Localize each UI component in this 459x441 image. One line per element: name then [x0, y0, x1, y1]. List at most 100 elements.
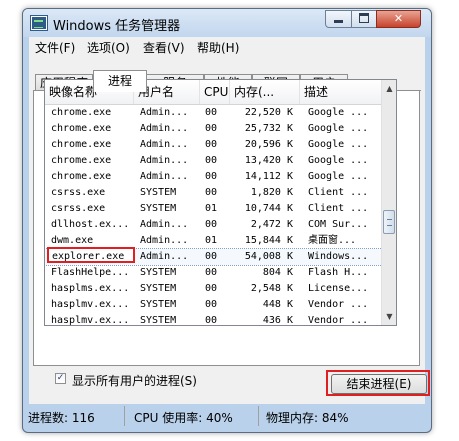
process-name: csrss.exe: [51, 187, 106, 198]
process-memory: 10,744 K: [244, 203, 293, 214]
process-memory: 1,820 K: [250, 187, 293, 198]
process-description: Google ...: [308, 123, 369, 134]
process-row[interactable]: chrome.exe Admin... 00 25,732 K Google ...: [45, 121, 382, 137]
process-row[interactable]: chrome.exe Admin... 00 22,520 K Google ...: [45, 105, 382, 121]
process-row[interactable]: hasplmv.ex... SYSTEM 00 436 K Vendor ...: [45, 313, 382, 326]
menu-options[interactable]: 选项(O): [87, 39, 130, 56]
process-name: chrome.exe: [51, 107, 112, 118]
process-name: FlashHelpe...: [51, 267, 130, 278]
process-description: Vendor ...: [308, 299, 369, 310]
process-memory: 2,548 K: [250, 283, 293, 294]
process-memory: 20,596 K: [244, 139, 293, 150]
menu-file[interactable]: 文件(F): [35, 39, 75, 56]
process-row[interactable]: FlashHelpe... SYSTEM 00 804 K Flash H...: [45, 265, 382, 281]
process-row[interactable]: hasplmv.ex... SYSTEM 00 448 K Vendor ...: [45, 297, 382, 313]
process-user: SYSTEM: [140, 283, 177, 294]
maximize-icon: [359, 13, 369, 23]
minimize-button[interactable]: [325, 10, 352, 28]
menu-help[interactable]: 帮助(H): [197, 39, 239, 56]
process-name: chrome.exe: [51, 155, 112, 166]
vertical-scrollbar[interactable]: ▲ ▼: [381, 80, 396, 325]
process-user: Admin...: [140, 107, 189, 118]
process-cpu: 00: [205, 315, 218, 326]
process-name: hasplmv.ex...: [51, 315, 130, 326]
process-description: Client ...: [308, 187, 369, 198]
process-user: SYSTEM: [140, 267, 177, 278]
title-bar[interactable]: Windows 任务管理器 ✕: [23, 9, 431, 37]
process-user: Admin...: [140, 155, 189, 166]
process-row[interactable]: csrss.exe SYSTEM 00 1,820 K Client ...: [45, 185, 382, 201]
process-cpu: 00: [205, 171, 218, 182]
process-name: hasplms.ex...: [51, 283, 130, 294]
process-row[interactable]: hasplms.ex... SYSTEM 00 2,548 K License...: [45, 281, 382, 297]
process-memory: 22,520 K: [244, 107, 293, 118]
process-row[interactable]: csrss.exe SYSTEM 01 10,744 K Client ...: [45, 201, 382, 217]
close-icon: ✕: [393, 12, 404, 25]
process-description: Client ...: [308, 203, 369, 214]
process-description: Google ...: [308, 155, 369, 166]
process-user: SYSTEM: [140, 203, 177, 214]
process-description: Google ...: [308, 139, 369, 150]
status-memory-usage: 物理内存: 84%: [266, 411, 349, 425]
tab-processes[interactable]: 进程: [93, 70, 147, 92]
process-memory: 13,420 K: [244, 155, 293, 166]
maximize-button[interactable]: [351, 10, 377, 28]
status-divider: [258, 406, 259, 426]
process-cpu: 01: [205, 235, 218, 246]
process-row[interactable]: chrome.exe Admin... 00 14,112 K Google ...: [45, 169, 382, 185]
show-all-users-label[interactable]: 显示所有用户的进程(S): [72, 372, 197, 389]
process-cpu: 00: [205, 155, 218, 166]
close-button[interactable]: ✕: [376, 10, 421, 28]
process-memory: 804 K: [262, 267, 293, 278]
column-description[interactable]: 描述: [300, 80, 382, 104]
status-bar: 进程数: 116 CPU 使用率: 40% 物理内存: 84%: [22, 403, 432, 433]
process-row[interactable]: chrome.exe Admin... 00 20,596 K Google ...: [45, 137, 382, 153]
column-memory[interactable]: 内存(...: [230, 80, 300, 104]
sort-up-icon: ▲: [87, 84, 93, 92]
process-user: Admin...: [140, 251, 189, 262]
process-description: Vendor ...: [308, 315, 369, 326]
process-memory: 54,008 K: [244, 251, 293, 262]
process-name: dllhost.ex...: [51, 219, 130, 230]
process-row[interactable]: dllhost.ex... Admin... 00 2,472 K COM Sur...: [45, 217, 382, 233]
process-name: csrss.exe: [51, 203, 106, 214]
process-user: SYSTEM: [140, 187, 177, 198]
status-divider: [124, 406, 125, 426]
show-all-users-checkbox[interactable]: ✓: [55, 373, 66, 384]
process-memory: 25,732 K: [244, 123, 293, 134]
task-manager-window: Windows 任务管理器 ✕ 文件(F) 选项(O) 查看(V) 帮助(H) …: [22, 8, 432, 433]
process-user: SYSTEM: [140, 315, 177, 326]
scroll-up-icon[interactable]: ▲: [383, 81, 396, 96]
process-description: Flash H...: [308, 267, 369, 278]
process-rows: chrome.exe Admin... 00 22,520 K Google ... ch…: [45, 105, 383, 326]
scroll-down-icon[interactable]: ▼: [383, 309, 396, 324]
task-manager-icon: [31, 16, 47, 30]
process-cpu: 00: [205, 219, 218, 230]
menu-view[interactable]: 查看(V): [143, 39, 185, 56]
process-description: Google ...: [308, 171, 369, 182]
process-cpu: 00: [205, 251, 218, 262]
process-name: chrome.exe: [51, 123, 112, 134]
process-cpu: 00: [205, 107, 218, 118]
process-memory: 448 K: [262, 299, 293, 310]
process-cpu: 00: [205, 123, 218, 134]
process-user: Admin...: [140, 171, 189, 182]
process-memory: 15,844 K: [244, 235, 293, 246]
column-cpu[interactable]: CPU: [200, 80, 230, 104]
process-row[interactable]: chrome.exe Admin... 00 13,420 K Google ...: [45, 153, 382, 169]
process-user: Admin...: [140, 219, 189, 230]
scroll-thumb[interactable]: [383, 210, 395, 234]
process-user: Admin...: [140, 235, 189, 246]
process-list[interactable]: ▲ 映像名称 用户名 CPU 内存(... 描述 chrome.exe Admin…: [44, 79, 397, 326]
selected-process-row[interactable]: explorer.exe Admin... 00 54,008 K Windows...: [45, 247, 383, 266]
process-user: Admin...: [140, 139, 189, 150]
process-description: License...: [308, 283, 369, 294]
process-cpu: 00: [205, 267, 218, 278]
process-description: Google ...: [308, 107, 369, 118]
process-user: SYSTEM: [140, 299, 177, 310]
process-memory: 14,112 K: [244, 171, 293, 182]
end-process-button[interactable]: 结束进程(E): [331, 374, 427, 394]
process-description: COM Sur...: [308, 219, 369, 230]
menu-bar: 文件(F) 选项(O) 查看(V) 帮助(H): [29, 37, 425, 57]
status-cpu-usage: CPU 使用率: 40%: [134, 411, 233, 425]
